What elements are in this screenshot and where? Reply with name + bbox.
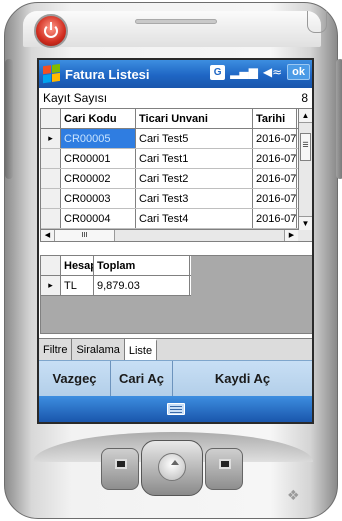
row-header-corner [41,109,61,128]
table-cell[interactable]: TL [61,276,94,295]
tab-strip: Filtre Siralama Liste [39,338,312,360]
table-row[interactable]: ▸ CR00005 Cari Test5 2016-07 [41,129,312,149]
left-soft-key-button[interactable] [101,448,139,490]
row-header [41,209,61,228]
table-cell[interactable]: 2016-07 [253,169,297,188]
table-cell[interactable]: CR00005 [61,129,136,148]
open-account-button[interactable]: Cari Aç [111,361,173,396]
table-cell[interactable]: 2016-07 [253,189,297,208]
up-arrow-icon [171,460,179,465]
horizontal-scrollbar[interactable]: ◀ III ▶ [41,229,312,241]
soft-key-menubar: Vazgeç Cari Aç Kaydi Aç [39,360,312,396]
cancel-button[interactable]: Vazgeç [39,361,111,396]
column-header-toplam[interactable]: Toplam [94,256,190,275]
record-count-row: Kayıt Sayısı 8 [39,88,312,108]
windows-logo-icon: ❖ [287,488,300,504]
table-cell[interactable]: 9,879.03 [94,276,190,295]
table-cell[interactable]: 2016-07 [253,149,297,168]
scroll-up-arrow-icon[interactable]: ▲ [299,109,312,123]
open-record-button[interactable]: Kaydi Aç [173,361,312,396]
table-cell[interactable]: CR00003 [61,189,136,208]
table-cell[interactable]: Cari Test2 [136,169,253,188]
windows-start-icon[interactable] [43,63,61,85]
table-row[interactable]: CR00004 Cari Test4 2016-07 [41,209,312,229]
contacts-icon [219,459,231,469]
vertical-scroll-thumb[interactable]: ☰ [300,133,311,161]
right-side-grip [336,59,342,179]
grid-header-row: Cari Kodu Ticari Unvani Tarihi [41,109,312,129]
row-header [41,189,61,208]
table-row[interactable]: ▸ TL 9,879.03 [41,276,191,296]
column-header-cari-kodu[interactable]: Cari Kodu [61,109,136,128]
table-cell[interactable]: Cari Test5 [136,129,253,148]
record-count-value: 8 [301,91,308,105]
table-cell[interactable]: Cari Test1 [136,149,253,168]
scroll-down-arrow-icon[interactable]: ▼ [299,216,312,230]
table-cell[interactable]: CR00002 [61,169,136,188]
app-title: Fatura Listesi [65,66,150,82]
table-cell[interactable]: CR00001 [61,149,136,168]
table-row[interactable]: CR00002 Cari Test2 2016-07 [41,169,312,189]
record-count-label: Kayıt Sayısı [43,91,108,105]
row-header [41,169,61,188]
table-cell[interactable]: 2016-07 [253,129,297,148]
scroll-left-arrow-icon[interactable]: ◀ [41,230,55,241]
row-header [41,149,61,168]
device-screen: Fatura Listesi G ▂▄▆ ◀≈ ok Kayıt Sayısı … [37,58,314,424]
tab-siralama[interactable]: Siralama [72,339,125,360]
current-row-indicator-icon: ▸ [41,129,61,148]
right-soft-key-button[interactable] [205,448,243,490]
keyboard-icon[interactable] [166,403,185,415]
signal-icon[interactable]: ▂▄▆ [230,65,258,79]
current-row-indicator-icon: ▸ [41,276,61,295]
table-cell[interactable]: Cari Test4 [136,209,253,228]
row-header-corner [41,256,61,275]
table-row[interactable]: CR00003 Cari Test3 2016-07 [41,189,312,209]
hardware-controls: ❖ [29,426,317,514]
calendar-icon [115,459,127,469]
dpad-center-button[interactable] [158,453,186,481]
tab-filtre[interactable]: Filtre [39,339,73,360]
table-cell[interactable]: 2016-07 [253,209,297,228]
table-cell[interactable]: Cari Test3 [136,189,253,208]
table-cell[interactable]: CR00004 [61,209,136,228]
pda-device-frame: Fatura Listesi G ▂▄▆ ◀≈ ok Kayıt Sayısı … [4,2,342,519]
table-row[interactable]: CR00001 Cari Test1 2016-07 [41,149,312,169]
dpad-button[interactable] [141,440,203,496]
speaker-icon[interactable]: ◀≈ [263,65,282,79]
horizontal-scroll-thumb[interactable]: III [55,230,115,241]
column-header-hesap[interactable]: Hesap [61,256,94,275]
totals-header-row: Hesap Toplam [41,256,191,276]
cari-data-grid[interactable]: Cari Kodu Ticari Unvani Tarihi ▸ CR00005… [40,108,312,242]
title-bar: Fatura Listesi G ▂▄▆ ◀≈ ok [39,60,312,88]
ok-button[interactable]: ok [287,64,310,80]
scroll-right-arrow-icon[interactable]: ▶ [284,230,298,241]
power-button-icon[interactable] [34,14,68,48]
column-header-ticari-unvani[interactable]: Ticari Unvani [136,109,253,128]
column-header-tarihi[interactable]: Tarihi [253,109,297,128]
totals-data-grid[interactable]: Hesap Toplam ▸ TL 9,879.03 [40,255,312,334]
tab-liste[interactable]: Liste [124,339,158,360]
left-side-grip [5,59,13,179]
vertical-scrollbar[interactable]: ▲ ☰ ▼ [298,109,312,230]
stylus-notch [307,11,327,33]
g-status-icon[interactable]: G [210,64,226,80]
horizontal-scroll-track[interactable] [115,230,284,241]
input-panel-bar [39,396,312,422]
speaker-slot [135,19,217,24]
